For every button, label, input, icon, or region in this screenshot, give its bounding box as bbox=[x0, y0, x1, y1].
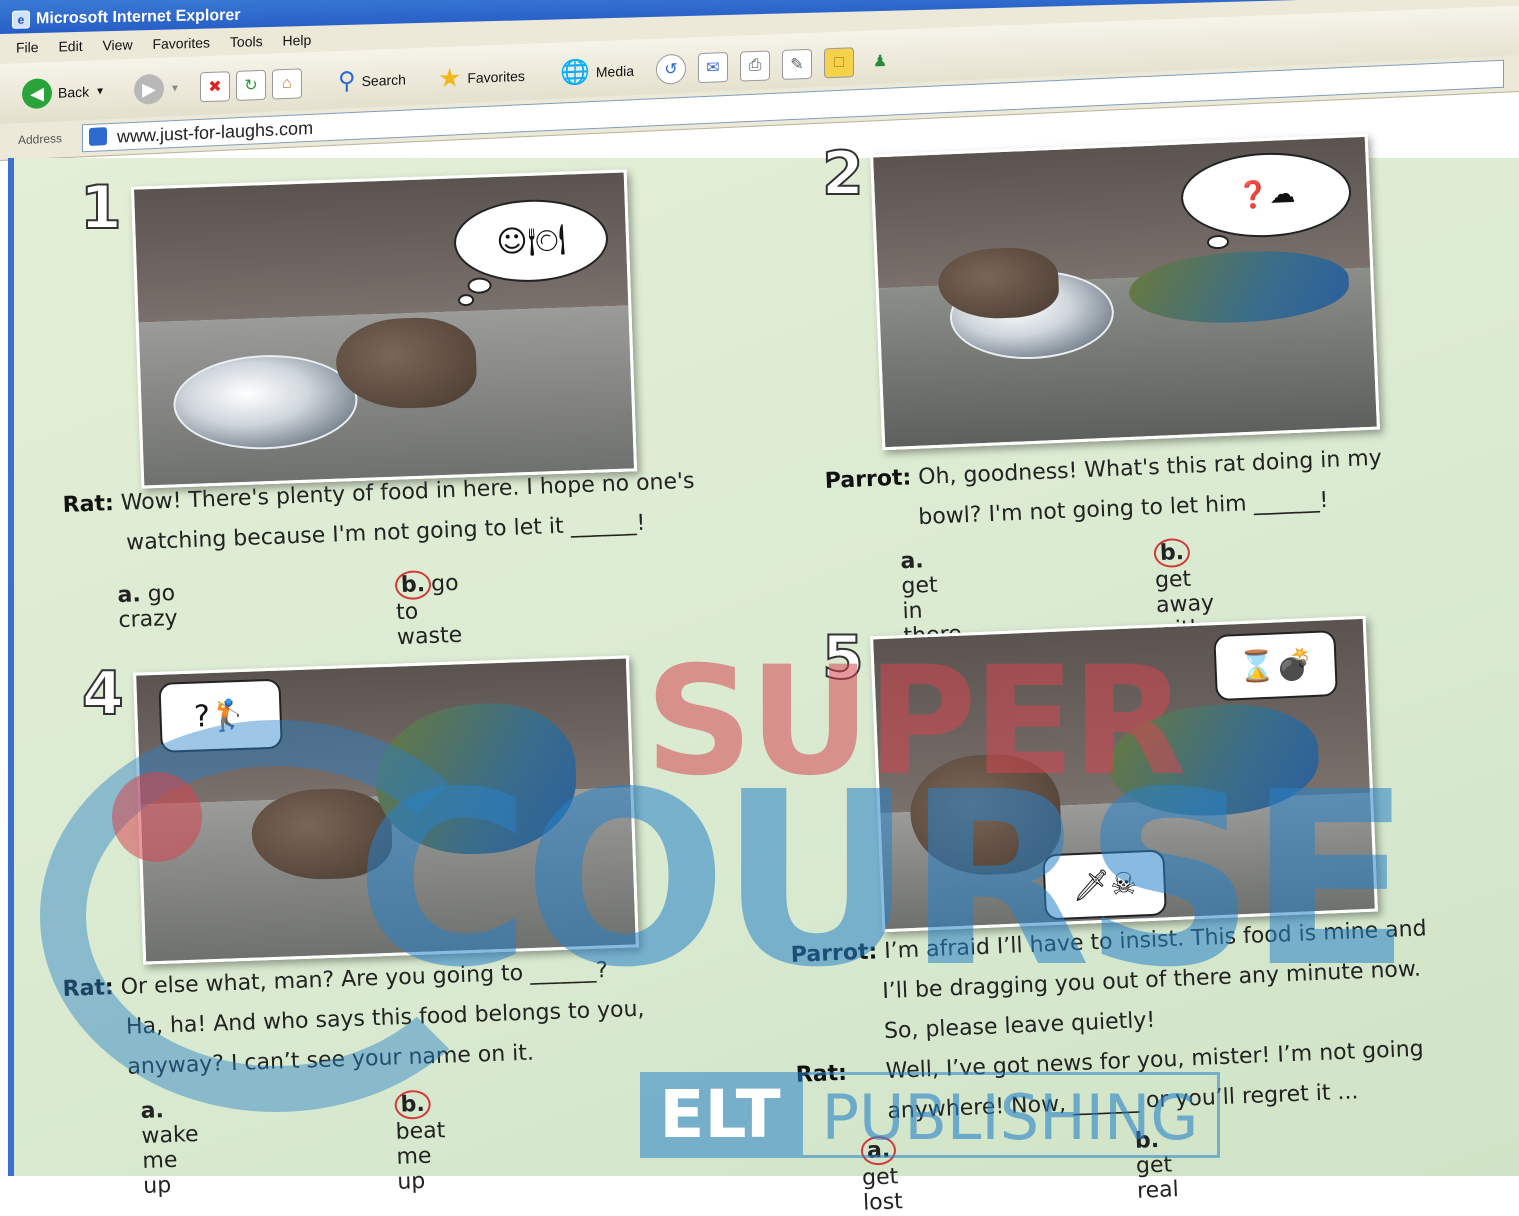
speaker-label: Rat: bbox=[795, 1060, 848, 1088]
panel-number: 5 bbox=[821, 623, 865, 693]
photo-rat-bowl: ☺🍽 bbox=[130, 169, 638, 489]
discuss-icon[interactable]: □ bbox=[824, 47, 854, 79]
speech-bubble: 🗡☠ bbox=[1042, 849, 1167, 921]
photo-parrot-bites: ⌛💣 🗡☠ bbox=[870, 615, 1378, 933]
page-icon bbox=[89, 127, 107, 146]
stop-icon[interactable]: ✖ bbox=[200, 71, 230, 103]
forward-button[interactable]: ▶ ▼ bbox=[134, 73, 180, 105]
speech-bubble: ?🏌 bbox=[158, 678, 283, 753]
dialog-line: I’ll be dragging you out of there any mi… bbox=[881, 956, 1422, 1005]
search-button[interactable]: ⚲ Search bbox=[338, 64, 406, 96]
selected-answer-circle: b. bbox=[394, 1089, 432, 1120]
panel-number: 2 bbox=[821, 139, 865, 209]
menu-file[interactable]: File bbox=[16, 39, 39, 56]
photo-rat-parrot: ❓☁ bbox=[870, 133, 1380, 451]
menu-edit[interactable]: Edit bbox=[58, 38, 82, 55]
star-icon: ★ bbox=[438, 62, 462, 94]
address-url: www.just-for-laughs.com bbox=[117, 117, 314, 147]
speaker-label: Rat: bbox=[62, 491, 115, 518]
media-button[interactable]: 🌐 Media bbox=[560, 56, 634, 88]
option-a[interactable]: a. wake me up bbox=[140, 1097, 200, 1199]
selected-answer-circle: b. bbox=[1153, 537, 1191, 569]
option-b[interactable]: b.beat me up bbox=[394, 1089, 447, 1195]
media-label: Media bbox=[595, 62, 635, 80]
menu-help[interactable]: Help bbox=[283, 32, 312, 49]
back-button[interactable]: ◀ Back ▼ bbox=[22, 76, 105, 110]
option-a[interactable]: a. go crazy bbox=[117, 581, 178, 633]
menu-view[interactable]: View bbox=[102, 37, 132, 54]
back-arrow-icon: ◀ bbox=[22, 78, 52, 110]
panel-number: 4 bbox=[81, 659, 125, 729]
speech-bubble: ⌛💣 bbox=[1213, 630, 1338, 702]
address-label: Address bbox=[18, 131, 63, 148]
photo-rat-parrot-face-off: ?🏌 bbox=[133, 655, 639, 965]
edit-icon[interactable]: ✎ bbox=[782, 48, 812, 80]
speaker-label: Parrot: bbox=[824, 465, 912, 494]
back-label: Back bbox=[58, 83, 90, 101]
refresh-icon[interactable]: ↻ bbox=[236, 69, 266, 101]
dropdown-arrow-icon[interactable]: ▼ bbox=[170, 83, 180, 94]
favorites-label: Favorites bbox=[467, 67, 525, 86]
print-icon[interactable]: ⎙ bbox=[740, 50, 770, 82]
option-b[interactable]: b. get real bbox=[1134, 1127, 1179, 1204]
menu-favorites[interactable]: Favorites bbox=[152, 35, 210, 53]
messenger-icon[interactable]: ♟ bbox=[866, 47, 894, 76]
mail-icon[interactable]: ✉ bbox=[698, 52, 728, 84]
option-b[interactable]: b. go to waste bbox=[394, 569, 463, 650]
window-title: Microsoft Internet Explorer bbox=[36, 6, 241, 28]
search-label: Search bbox=[361, 70, 406, 89]
forward-arrow-icon: ▶ bbox=[134, 73, 164, 105]
dialog-line: So, please leave quietly! bbox=[883, 1007, 1156, 1045]
media-globe-icon: 🌐 bbox=[560, 58, 590, 87]
dialog-line: Ha, ha! And who says this food belongs t… bbox=[125, 996, 645, 1040]
panel-number: 1 bbox=[79, 173, 123, 243]
selected-answer-circle: b. bbox=[394, 569, 432, 601]
dialog-line: Well, I’ve got news for you, mister! I’m… bbox=[885, 1036, 1425, 1085]
selected-answer-circle: a. bbox=[860, 1135, 897, 1166]
speaker-label: Parrot: bbox=[790, 939, 878, 968]
speaker-label: Rat: bbox=[62, 975, 115, 1002]
favorites-button[interactable]: ★ Favorites bbox=[438, 60, 525, 94]
history-icon[interactable]: ↺ bbox=[656, 53, 686, 85]
ie-logo-icon: e bbox=[12, 10, 30, 29]
menu-tools[interactable]: Tools bbox=[230, 33, 263, 50]
home-icon[interactable]: ⌂ bbox=[272, 68, 302, 100]
search-icon: ⚲ bbox=[338, 67, 356, 96]
dialog-line: anyway? I can’t see your name on it. bbox=[126, 1040, 535, 1080]
dropdown-arrow-icon[interactable]: ▼ bbox=[95, 85, 105, 96]
